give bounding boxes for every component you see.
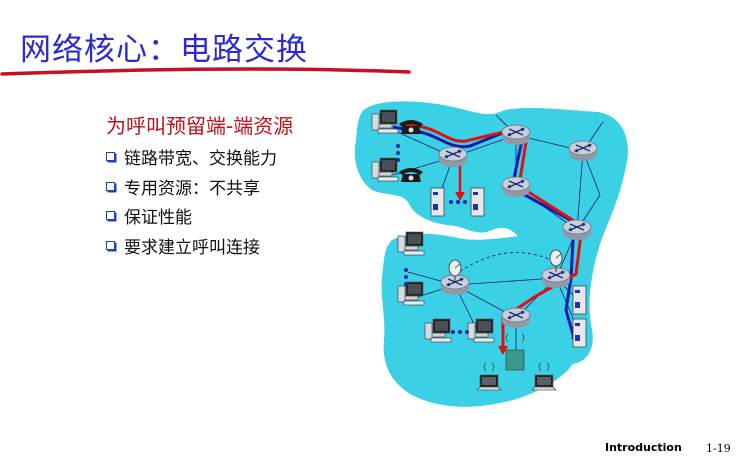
server-icon [572, 285, 587, 315]
server-icon [430, 187, 445, 217]
router-icon [568, 140, 598, 162]
router-icon [562, 219, 592, 241]
wireless-base-station-icon [505, 349, 525, 371]
computer-icon [397, 231, 425, 256]
laptop-icon [476, 374, 502, 391]
router-icon [501, 307, 531, 329]
server-icon [572, 318, 587, 348]
network-diagram [354, 101, 628, 407]
footer-chapter-label: Introduction [605, 441, 682, 454]
router-icon [501, 176, 531, 198]
router-icon [438, 146, 468, 168]
router-icon [501, 124, 531, 146]
footer-page-number: 1-19 [706, 442, 731, 455]
laptop-icon [531, 374, 557, 391]
server-icon [470, 187, 485, 217]
